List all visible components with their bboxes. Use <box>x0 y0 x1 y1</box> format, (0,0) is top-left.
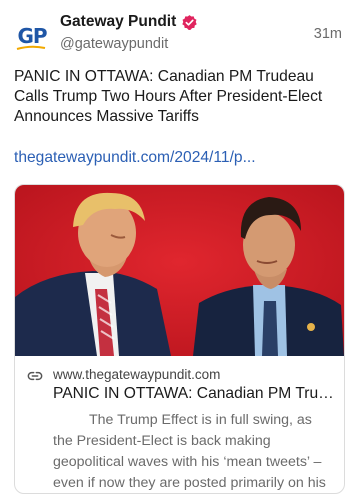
verified-badge-icon <box>182 14 198 30</box>
card-domain: www.thegatewaypundit.com <box>53 367 221 382</box>
link-preview-card[interactable]: www.thegatewaypundit.com PANIC IN OTTAWA… <box>14 184 345 494</box>
card-title: PANIC IN OTTAWA: Canadian PM Trudeau Cal… <box>53 385 335 402</box>
card-meta: www.thegatewaypundit.com PANIC IN OTTAWA… <box>15 356 344 493</box>
handle[interactable]: @gatewaypundit <box>60 36 168 52</box>
link-icon <box>27 371 43 381</box>
avatar-logo: GP <box>17 24 47 48</box>
avatar-swoosh-icon <box>16 45 46 50</box>
card-description: The Trump Effect is in full swing, as th… <box>53 412 326 491</box>
post-text: PANIC IN OTTAWA: Canadian PM Trudeau Cal… <box>14 68 323 125</box>
post: GP Gateway Pundit @gatewaypundit 31m PAN… <box>0 0 357 500</box>
timestamp[interactable]: 31m <box>314 26 342 42</box>
display-name[interactable]: Gateway Pundit <box>60 13 176 31</box>
post-link[interactable]: thegatewaypundit.com/2024/11/p... <box>14 149 256 167</box>
card-image <box>15 185 344 356</box>
avatar[interactable]: GP <box>14 18 50 54</box>
name-row: Gateway Pundit <box>60 13 198 31</box>
